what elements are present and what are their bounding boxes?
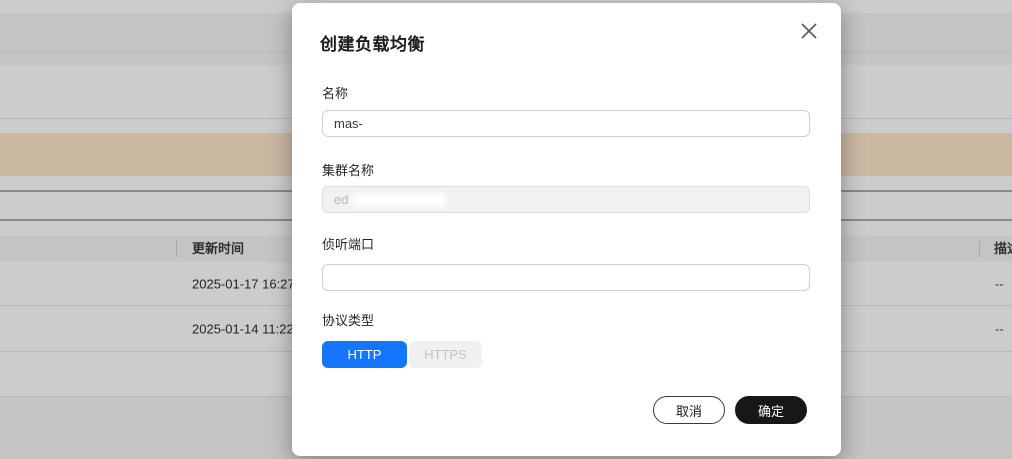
close-button[interactable] [796, 18, 822, 44]
dialog-footer: 取消 确定 [653, 396, 807, 424]
protocol-option-https: HTTPS [409, 341, 482, 368]
cluster-name-field-label: 集群名称 [322, 160, 374, 179]
protocol-option-http[interactable]: HTTP [322, 341, 407, 368]
dialog-title: 创建负载均衡 [320, 30, 425, 55]
name-field-label: 名称 [322, 83, 348, 102]
name-input[interactable] [322, 110, 810, 137]
listen-port-input[interactable] [322, 264, 810, 291]
cluster-name-value: ed [334, 192, 348, 207]
redacted-blur-block [351, 193, 447, 207]
create-load-balancer-dialog: 创建负载均衡 名称 集群名称 ed 侦听端口 协议类型 HTTP HTTPS 取… [292, 3, 841, 456]
cluster-name-input: ed [322, 186, 810, 213]
protocol-type-field-label: 协议类型 [322, 310, 374, 329]
listen-port-field-label: 侦听端口 [322, 234, 374, 253]
screen: 更新时间 描述 2025-01-17 16:27: -- 2025-01-14 … [0, 0, 1012, 459]
confirm-button[interactable]: 确定 [735, 396, 807, 424]
close-icon [799, 21, 819, 41]
cancel-button[interactable]: 取消 [653, 396, 725, 424]
protocol-segmented-control: HTTP HTTPS [322, 341, 482, 368]
